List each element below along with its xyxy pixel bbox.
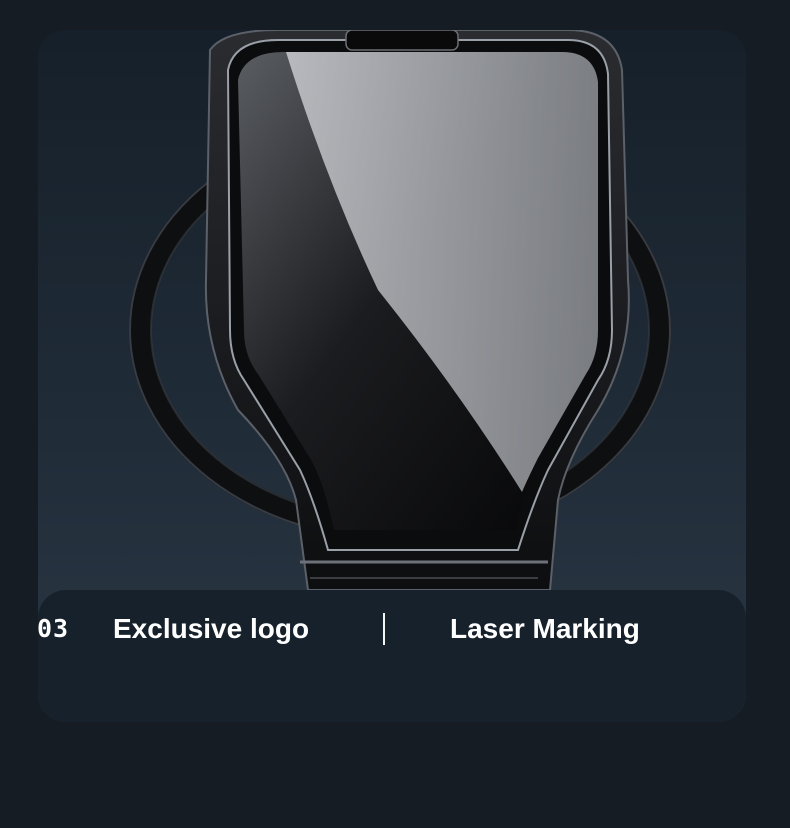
- caption-panel: [38, 590, 746, 722]
- step-number: 03: [37, 614, 70, 643]
- divider: [383, 613, 385, 645]
- feature-subtitle: Laser Marking: [450, 613, 640, 644]
- feature-title: Exclusive logo: [113, 613, 310, 644]
- phone-holder-image: [129, 30, 671, 590]
